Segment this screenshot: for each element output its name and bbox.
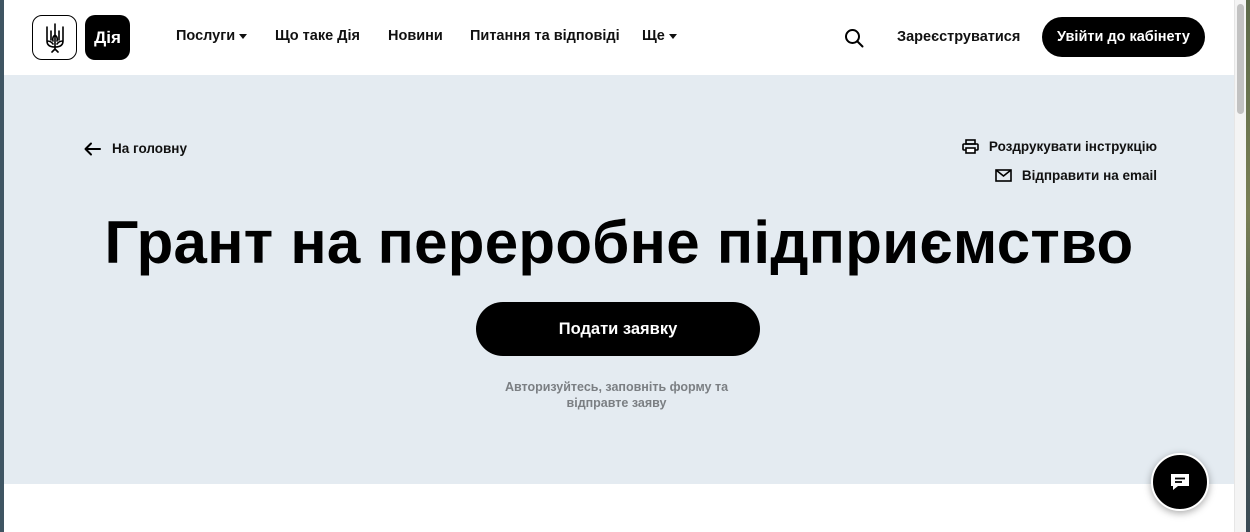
arrow-left-icon (84, 142, 101, 155)
nav-item-what-is-diia[interactable]: Що таке Дія (275, 28, 360, 44)
search-icon[interactable] (843, 27, 865, 49)
nav-item-services[interactable]: Послуги (176, 28, 248, 44)
tryzub-logo[interactable] (32, 15, 77, 60)
apply-hint-text: Авторизуйтесь, заповніть форму та відпра… (504, 380, 729, 410)
register-link[interactable]: Зареєструватися (897, 29, 1020, 45)
browser-page: Дія Послуги Що таке Дія Новини Питання т… (4, 0, 1234, 532)
email-label: Відправити на email (1021, 168, 1157, 183)
vertical-scrollbar[interactable] (1234, 0, 1246, 532)
printer-icon (962, 139, 979, 154)
nav-item-label: Послуги (176, 28, 236, 44)
send-email-link[interactable]: Відправити на email (995, 168, 1157, 183)
envelope-icon (995, 169, 1012, 182)
back-to-home-link[interactable]: На головну (84, 141, 187, 156)
chat-icon (1171, 474, 1189, 490)
nav-item-label: Ще (642, 28, 665, 44)
tryzub-icon (45, 22, 64, 53)
desktop-background (1246, 0, 1250, 532)
scrollbar-thumb[interactable] (1237, 4, 1244, 114)
print-instruction-link[interactable]: Роздрукувати інструкцію (962, 139, 1157, 154)
diia-logo[interactable]: Дія (85, 15, 130, 60)
hero-section: На головну Роздрукувати інструкцію Відпр… (4, 75, 1234, 484)
nav-item-more[interactable]: Ще (642, 28, 677, 44)
nav-item-label: Що таке Дія (275, 28, 360, 44)
chevron-down-icon (239, 33, 248, 39)
nav-item-faq[interactable]: Питання та відповіді (470, 28, 620, 44)
chat-button[interactable] (1151, 453, 1209, 511)
login-button[interactable]: Увійти до кабінету (1042, 17, 1205, 57)
nav-item-label: Питання та відповіді (470, 28, 620, 44)
chevron-down-icon (668, 33, 677, 39)
page-title: Грант на переробне підприємство (104, 209, 1134, 276)
nav-item-news[interactable]: Новини (388, 28, 443, 44)
nav-item-label: Новини (388, 28, 443, 44)
back-link-label: На головну (112, 141, 187, 156)
print-label: Роздрукувати інструкцію (988, 139, 1157, 154)
submit-application-button[interactable]: Подати заявку (476, 302, 760, 356)
site-header: Дія Послуги Що таке Дія Новини Питання т… (4, 0, 1234, 75)
